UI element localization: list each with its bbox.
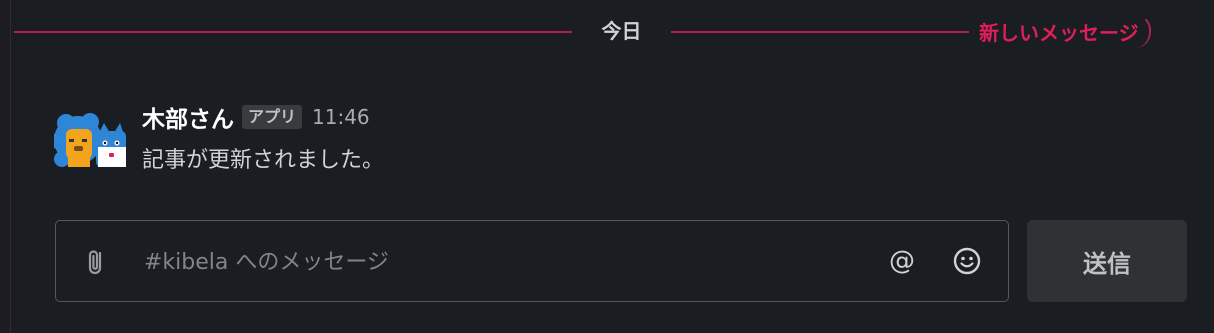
paperclip-icon[interactable]	[84, 247, 110, 277]
date-divider-label[interactable]: 今日	[572, 14, 671, 48]
message-composer[interactable]: @	[55, 220, 1009, 302]
new-messages-badge: 新しいメッセージ	[969, 14, 1151, 48]
message-input[interactable]	[142, 241, 846, 283]
smiley-icon[interactable]	[952, 246, 982, 276]
message-timestamp[interactable]: 11:46	[312, 105, 370, 129]
app-badge: アプリ	[242, 105, 303, 129]
sidebar-edge	[0, 0, 11, 333]
at-icon[interactable]: @	[886, 245, 918, 277]
message-header: 木部さん アプリ 11:46	[142, 100, 370, 134]
sender-name[interactable]: 木部さん	[142, 100, 234, 134]
new-messages-line	[671, 31, 969, 33]
date-divider-line	[14, 31, 572, 33]
chat-panel: 今日 新しいメッセージ 木部さん アプリ 11:46 記事が更新されました。 #…	[0, 0, 1214, 333]
avatar[interactable]	[50, 113, 126, 171]
kibela-mascot-icon	[50, 113, 126, 167]
message-text: 記事が更新されました。	[142, 148, 385, 173]
send-button[interactable]: 送信	[1027, 220, 1187, 302]
